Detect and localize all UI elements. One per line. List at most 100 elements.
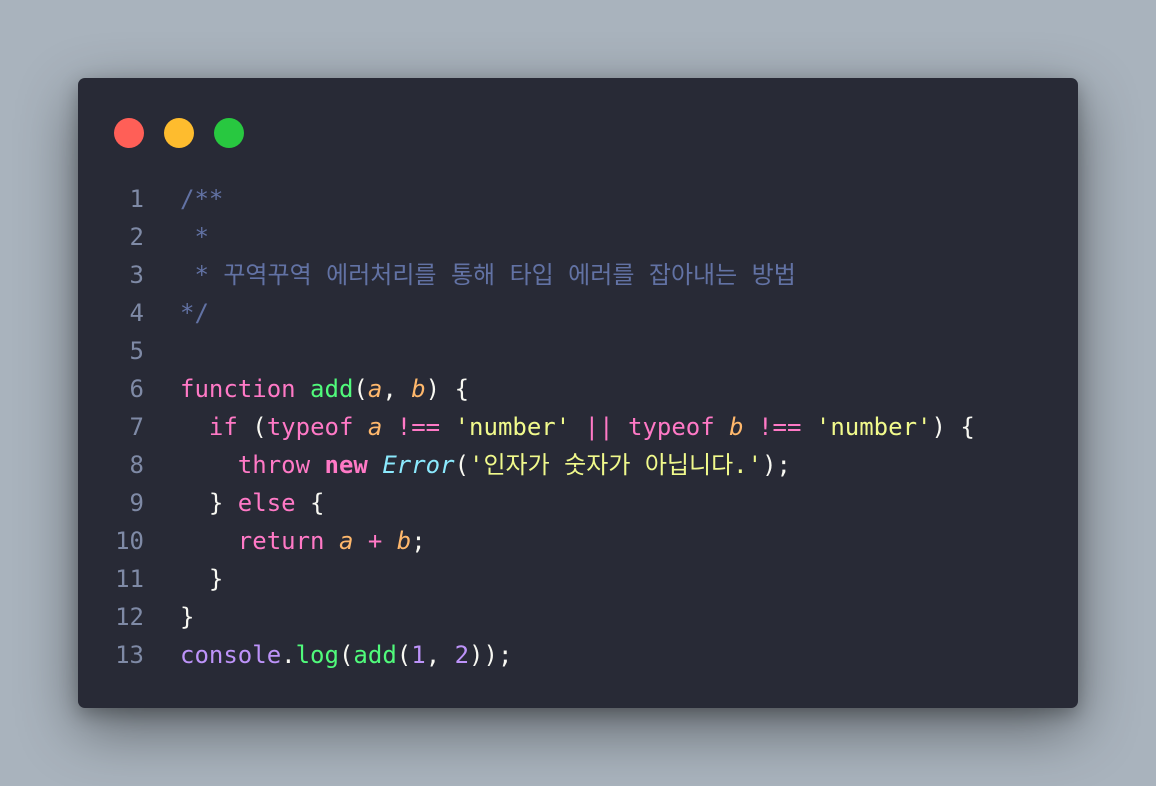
code-token: 'number'	[815, 413, 932, 441]
code-token: a	[338, 527, 354, 555]
line-number: 11	[115, 565, 144, 593]
code-token: *	[180, 223, 209, 251]
line-number: 5	[129, 337, 144, 365]
line-number: 6	[129, 375, 144, 403]
code-token: console	[180, 641, 282, 669]
line-number: 4	[129, 299, 144, 327]
code-line: 4 */	[78, 294, 1078, 332]
code-token: a	[367, 413, 383, 441]
code-line: 1 /**	[78, 180, 1078, 218]
line-content: * 꾸역꾸역 에러처리를 통해 타입 에러를 잡아내는 방법	[180, 256, 796, 294]
code-token: 1	[411, 641, 426, 669]
code-block: 1/** 2 * 3 * 꾸역꾸역 에러처리를 통해 타입 에러를 잡아내는 방법 4…	[78, 180, 1078, 674]
line-content: throw new Error('인자가 숫자가 아닙니다.');	[180, 446, 791, 484]
code-token: */	[180, 299, 209, 327]
code-line: 3 * 꾸역꾸역 에러처리를 통해 타입 에러를 잡아내는 방법	[78, 256, 1078, 294]
code-token: 2	[454, 641, 470, 669]
line-content: }	[180, 598, 194, 636]
code-token: ;	[411, 527, 426, 555]
code-token: );	[762, 451, 791, 479]
code-token: ,	[382, 375, 412, 403]
code-token: (	[353, 375, 368, 403]
line-content: if (typeof a !== 'number' || typeof b !=…	[180, 408, 975, 446]
code-window: 1/** 2 * 3 * 꾸역꾸역 에러처리를 통해 타입 에러를 잡아내는 방법 4…	[78, 78, 1078, 708]
code-line: 6 function add(a, b) {	[78, 370, 1078, 408]
line-content: function add(a, b) {	[180, 370, 469, 408]
code-token: ) {	[931, 413, 975, 441]
line-number: 9	[129, 489, 144, 517]
code-line: 12}	[78, 598, 1078, 636]
code-token: .	[281, 641, 296, 669]
code-token: b	[411, 375, 426, 403]
code-token: }	[180, 489, 238, 517]
code-token: typeof	[628, 413, 715, 441]
line-content: console.log(add(1, 2));	[180, 636, 512, 674]
code-token: a	[367, 375, 383, 403]
line-content: *	[180, 218, 209, 256]
code-token: (	[454, 451, 470, 479]
line-number: 2	[129, 223, 144, 251]
code-token: ));	[469, 641, 513, 669]
minimize-button[interactable]	[164, 118, 194, 148]
code-token: !==	[758, 413, 802, 441]
close-button[interactable]	[114, 118, 144, 148]
code-line: 5	[78, 332, 1078, 370]
code-token: /**	[180, 185, 224, 213]
line-number: 3	[129, 261, 144, 289]
code-token: (	[237, 413, 267, 441]
code-token: if	[208, 413, 238, 441]
code-token: 'number'	[454, 413, 571, 441]
code-token: ,	[425, 641, 455, 669]
code-token: b	[729, 413, 744, 441]
code-line: 11 }	[78, 560, 1078, 598]
code-token: (	[338, 641, 354, 669]
line-number: 13	[115, 641, 144, 669]
code-token: {	[295, 489, 325, 517]
line-content: }	[180, 560, 223, 598]
line-number: 10	[115, 527, 144, 555]
code-line: 8 throw new Error('인자가 숫자가 아닙니다.');	[78, 446, 1078, 484]
code-token: typeof	[266, 413, 354, 441]
code-line: 7 if (typeof a !== 'number' || typeof b …	[78, 408, 1078, 446]
code-token: ) {	[425, 375, 470, 403]
code-line: 9 } else {	[78, 484, 1078, 522]
code-line: 10 return a + b;	[78, 522, 1078, 560]
code-token: else	[237, 489, 296, 517]
code-token: }	[180, 603, 195, 631]
code-line: 2 *	[78, 218, 1078, 256]
line-content: */	[180, 294, 209, 332]
line-number: 8	[129, 451, 144, 479]
line-content: return a + b;	[180, 522, 426, 560]
code-token: !==	[396, 413, 441, 441]
code-token: Error	[382, 451, 455, 479]
zoom-button[interactable]	[214, 118, 244, 148]
code-token: }	[180, 565, 224, 593]
code-token: throw	[237, 451, 311, 479]
code-token: (	[396, 641, 412, 669]
code-token: log	[295, 641, 339, 669]
window-controls	[114, 118, 244, 148]
code-line: 13 console.log(add(1, 2));	[78, 636, 1078, 674]
line-number: 12	[115, 603, 144, 631]
code-token: add	[310, 375, 354, 403]
code-token: * 꾸역꾸역 에러처리를 통해 타입 에러를 잡아내는 방법	[180, 261, 796, 289]
code-token: ||	[584, 413, 614, 441]
code-token: new	[324, 451, 368, 479]
code-token: '인자가 숫자가 아닙니다.'	[469, 451, 763, 479]
code-token: function	[180, 375, 296, 403]
line-content: } else {	[180, 484, 325, 522]
